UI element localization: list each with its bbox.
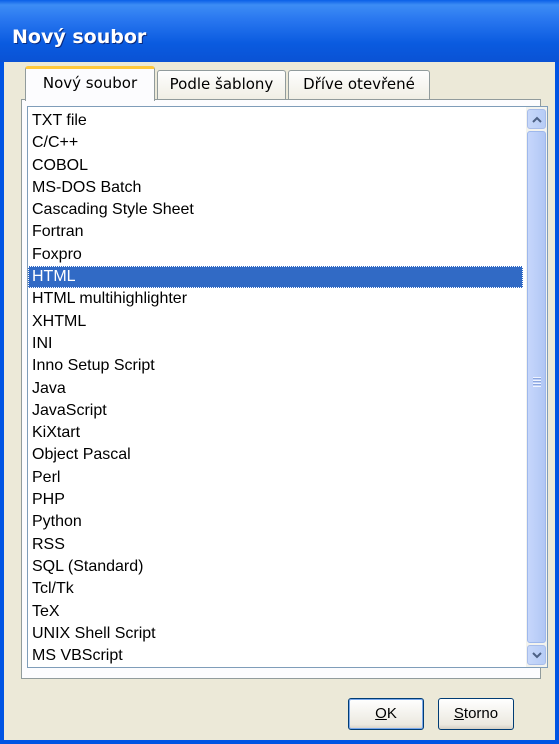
list-item[interactable]: Fortran [28,221,523,243]
list-item[interactable]: RSS [28,534,523,556]
list-item[interactable]: HTML multihighlighter [28,288,523,310]
cancel-label: torno [463,705,499,722]
list-item[interactable]: Python [28,511,523,533]
file-type-list[interactable]: TXT file C/C++ COBOL MS-DOS Batch Cascading … [27,106,548,668]
list-item[interactable]: Foxpro [28,244,523,266]
ok-mnemonic: O [375,705,387,722]
list-item[interactable]: TXT file [28,110,523,132]
grip-icon [533,377,541,387]
cancel-mnemonic: S [453,705,464,722]
list-item[interactable]: Perl [28,467,523,489]
scroll-down-button[interactable] [527,645,546,665]
window-title: Nový soubor [12,26,147,48]
ok-button[interactable]: OK [348,698,424,730]
tab-new-file[interactable]: Nový soubor [25,66,155,101]
list-item[interactable]: JavaScript [28,400,523,422]
chevron-up-icon [531,113,542,126]
vertical-scrollbar[interactable] [526,107,547,667]
list-item[interactable]: Cascading Style Sheet [28,199,523,221]
title-bar[interactable]: Nový soubor [0,0,559,62]
cancel-button[interactable]: Storno [438,698,514,730]
tab-recently-opened[interactable]: Dříve otevřené [288,70,430,100]
scroll-thumb[interactable] [527,131,546,643]
list-item[interactable]: KiXtart [28,422,523,444]
chevron-down-icon [531,649,542,662]
list-item[interactable]: Inno Setup Script [28,355,523,377]
list-item[interactable]: UNIX Shell Script [28,623,523,645]
list-item[interactable]: PHP [28,489,523,511]
list-item[interactable]: Tcl/Tk [28,578,523,600]
list-item[interactable]: COBOL [28,155,523,177]
list-item[interactable]: MS VBScript [28,645,523,667]
list-item[interactable]: MS-DOS Batch [28,177,523,199]
ok-label: K [386,705,397,722]
list-item[interactable]: HTML [28,266,523,289]
list-item[interactable]: TeX [28,601,523,623]
list-item[interactable]: INI [28,333,523,355]
list-item[interactable]: Object Pascal [28,444,523,466]
list-item[interactable]: SQL (Standard) [28,556,523,578]
list-item[interactable]: C/C++ [28,132,523,154]
scroll-up-button[interactable] [527,109,546,129]
tab-from-template[interactable]: Podle šablony [157,70,286,100]
list-item[interactable]: XHTML [28,311,523,333]
list-item[interactable]: Java [28,378,523,400]
list-items: TXT file C/C++ COBOL MS-DOS Batch Cascading … [28,110,523,667]
